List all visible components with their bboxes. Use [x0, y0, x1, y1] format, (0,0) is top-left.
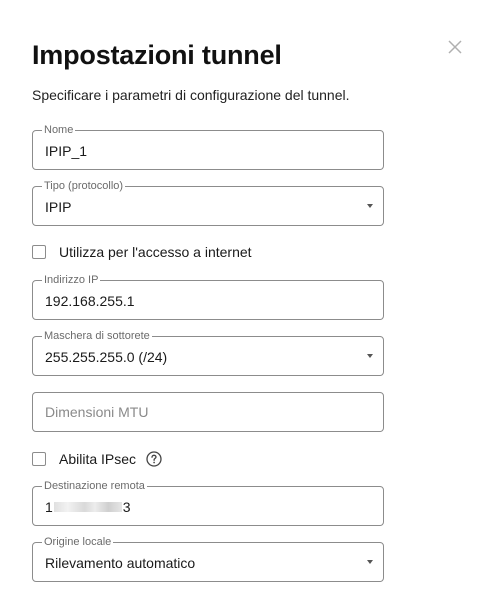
local-origin-label: Origine locale	[42, 535, 114, 549]
remote-destination-value: 13	[45, 498, 131, 516]
protocol-select-label: Tipo (protocollo)	[42, 179, 126, 193]
remote-destination-label: Destinazione remota	[42, 479, 147, 493]
protocol-select-value: IPIP	[45, 199, 72, 215]
chevron-down-icon	[367, 560, 373, 564]
ip-address-value: 192.168.255.1	[45, 293, 135, 309]
chevron-down-icon	[367, 354, 373, 358]
dialog-title: Impostazioni tunnel	[32, 40, 282, 70]
remote-destination-prefix: 1	[45, 499, 53, 515]
chevron-down-icon	[367, 204, 373, 208]
ip-address-label: Indirizzo IP	[42, 273, 101, 287]
remote-destination-field[interactable]: Destinazione remota 13	[32, 479, 384, 526]
dialog-subtitle: Specificare i parametri di configurazion…	[32, 87, 350, 103]
internet-access-label: Utilizza per l'accesso a internet	[59, 244, 252, 260]
name-field-label: Nome	[42, 123, 76, 137]
remote-destination-suffix: 3	[122, 499, 131, 515]
redacted-region	[53, 502, 122, 513]
ipsec-option: Abilita IPsec	[32, 449, 162, 469]
internet-access-option: Utilizza per l'accesso a internet	[32, 242, 252, 262]
internet-access-checkbox[interactable]	[32, 245, 46, 259]
name-field[interactable]: Nome IPIP_1	[32, 123, 384, 170]
local-origin-select[interactable]: Origine locale Rilevamento automatico	[32, 535, 384, 582]
mtu-placeholder: Dimensioni MTU	[45, 404, 149, 420]
ip-address-field[interactable]: Indirizzo IP 192.168.255.1	[32, 273, 384, 320]
local-origin-value: Rilevamento automatico	[45, 555, 196, 571]
help-circle-icon[interactable]	[146, 451, 162, 467]
ipsec-checkbox[interactable]	[32, 452, 46, 466]
ipsec-label: Abilita IPsec	[59, 451, 137, 467]
name-field-value: IPIP_1	[45, 143, 88, 159]
subnet-mask-label: Maschera di sottorete	[42, 329, 152, 343]
subnet-mask-value: 255.255.255.0 (/24)	[45, 349, 168, 365]
close-icon[interactable]	[448, 40, 468, 60]
protocol-select[interactable]: Tipo (protocollo) IPIP	[32, 179, 384, 226]
subnet-mask-select[interactable]: Maschera di sottorete 255.255.255.0 (/24…	[32, 329, 384, 376]
tunnel-settings-dialog: Impostazioni tunnel Specificare i parame…	[0, 0, 500, 614]
mtu-field[interactable]: Dimensioni MTU	[32, 392, 384, 432]
